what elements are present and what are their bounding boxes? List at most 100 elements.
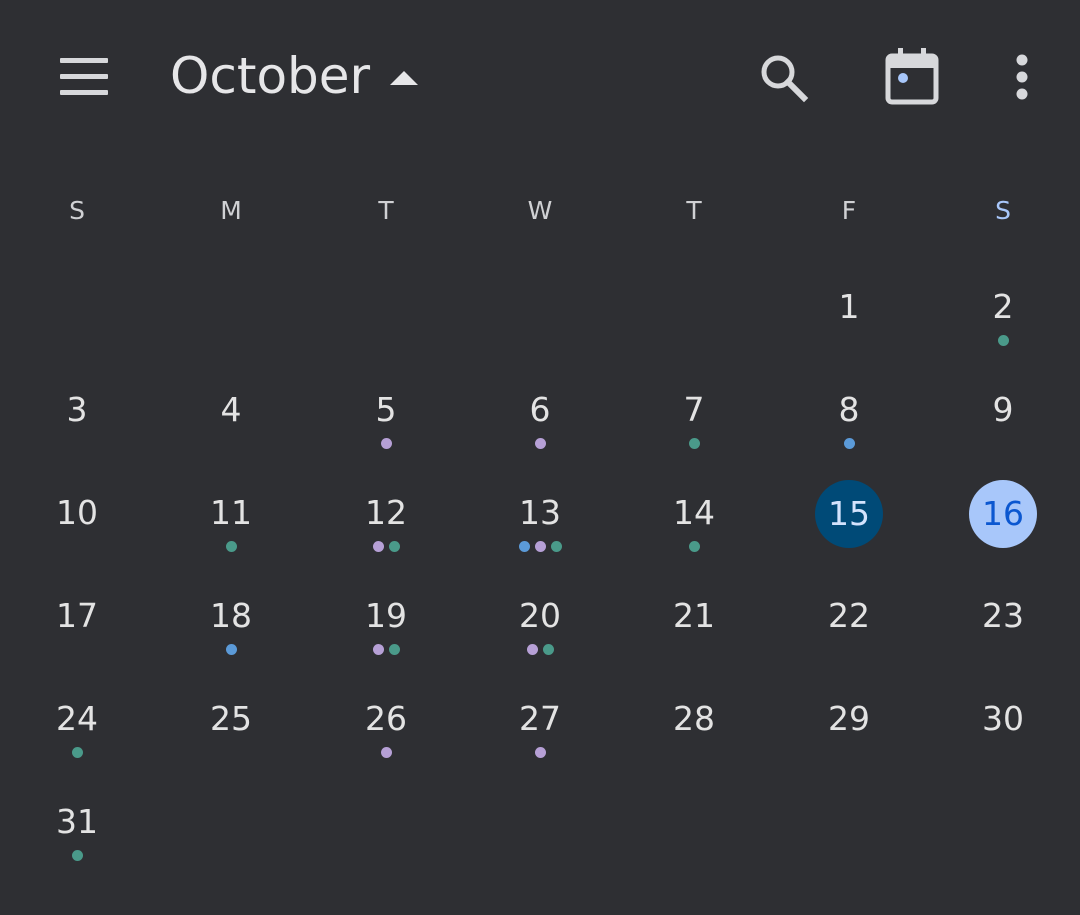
day-number: 17 <box>56 596 98 635</box>
event-indicators <box>326 644 446 656</box>
event-indicators <box>480 438 600 450</box>
day-number: 5 <box>375 390 397 429</box>
day-cell-31[interactable]: 31 <box>17 802 137 892</box>
event-dot-purple <box>372 541 384 552</box>
day-number: 28 <box>673 699 715 738</box>
day-cell-18[interactable]: 18 <box>171 596 291 686</box>
event-dot-purple <box>380 438 392 449</box>
day-number: 18 <box>210 596 252 635</box>
day-cell-29[interactable]: 29 <box>789 699 909 789</box>
day-number: 10 <box>56 493 98 532</box>
day-cell-21[interactable]: 21 <box>634 596 754 686</box>
day-number: 1 <box>838 287 860 326</box>
day-cell-8[interactable]: 8 <box>789 390 909 480</box>
event-dot-teal <box>542 644 554 655</box>
day-number: 24 <box>56 699 98 738</box>
event-dot-teal <box>71 850 83 861</box>
day-number: 14 <box>673 493 715 532</box>
day-number: 29 <box>828 699 870 738</box>
day-cell-9[interactable]: 9 <box>943 390 1063 480</box>
event-dot-purple <box>526 644 538 655</box>
day-number: 22 <box>828 596 870 635</box>
event-dot-teal <box>71 747 83 758</box>
event-dot-teal <box>388 541 400 552</box>
day-cell-17[interactable]: 17 <box>17 596 137 686</box>
day-number: 31 <box>56 802 98 841</box>
day-cell-3[interactable]: 3 <box>17 390 137 480</box>
event-dot-purple <box>534 747 546 758</box>
day-cell-13[interactable]: 13 <box>480 493 600 583</box>
event-dot-purple <box>534 438 546 449</box>
event-dot-purple <box>372 644 384 655</box>
day-cell-16[interactable]: 16 <box>943 480 1063 583</box>
event-indicators <box>634 541 754 553</box>
day-number: 11 <box>210 493 252 532</box>
event-dot-purple <box>380 747 392 758</box>
day-number: 7 <box>683 390 705 429</box>
day-cell-19[interactable]: 19 <box>326 596 446 686</box>
day-number: 19 <box>365 596 407 635</box>
day-cell-1[interactable]: 1 <box>789 287 909 377</box>
day-cell-7[interactable]: 7 <box>634 390 754 480</box>
day-cell-11[interactable]: 11 <box>171 493 291 583</box>
event-dot-teal <box>997 335 1009 346</box>
day-number: 6 <box>529 390 551 429</box>
day-number: 30 <box>982 699 1024 738</box>
month-grid: 1 2 3 4 5 6 7 8 9 10 11 12 13 14 15 16 17 18 19 20 21 22 23 24 2… <box>0 0 1080 915</box>
day-number: 26 <box>365 699 407 738</box>
event-dot-blue <box>225 644 237 655</box>
day-number: 13 <box>519 493 561 532</box>
event-indicators <box>943 335 1063 347</box>
day-cell-15[interactable]: 15 <box>789 480 909 583</box>
day-cell-26[interactable]: 26 <box>326 699 446 789</box>
event-dot-blue <box>518 541 530 552</box>
day-cell-30[interactable]: 30 <box>943 699 1063 789</box>
day-cell-2[interactable]: 2 <box>943 287 1063 377</box>
day-cell-27[interactable]: 27 <box>480 699 600 789</box>
event-indicators <box>326 541 446 553</box>
event-indicators <box>17 747 137 759</box>
event-dot-purple <box>534 541 546 552</box>
day-cell-22[interactable]: 22 <box>789 596 909 686</box>
event-indicators <box>789 438 909 450</box>
day-cell-10[interactable]: 10 <box>17 493 137 583</box>
event-indicators <box>480 541 600 553</box>
event-dot-blue <box>843 438 855 449</box>
event-indicators <box>326 438 446 450</box>
event-indicators <box>480 747 600 759</box>
day-number: 3 <box>66 390 88 429</box>
day-number: 20 <box>519 596 561 635</box>
day-cell-6[interactable]: 6 <box>480 390 600 480</box>
event-dot-teal <box>550 541 562 552</box>
day-cell-20[interactable]: 20 <box>480 596 600 686</box>
day-number: 9 <box>992 390 1014 429</box>
event-dot-teal <box>388 644 400 655</box>
day-number: 15 <box>815 480 883 548</box>
day-cell-4[interactable]: 4 <box>171 390 291 480</box>
event-indicators <box>171 541 291 553</box>
day-number: 25 <box>210 699 252 738</box>
event-indicators <box>326 747 446 759</box>
day-number: 21 <box>673 596 715 635</box>
day-number: 8 <box>838 390 860 429</box>
event-dot-teal <box>225 541 237 552</box>
event-indicators <box>171 644 291 656</box>
event-dot-teal <box>688 438 700 449</box>
day-cell-24[interactable]: 24 <box>17 699 137 789</box>
day-cell-5[interactable]: 5 <box>326 390 446 480</box>
day-cell-14[interactable]: 14 <box>634 493 754 583</box>
day-number: 12 <box>365 493 407 532</box>
day-cell-23[interactable]: 23 <box>943 596 1063 686</box>
day-number: 16 <box>969 480 1037 548</box>
day-number: 2 <box>992 287 1014 326</box>
event-indicators <box>634 438 754 450</box>
day-cell-25[interactable]: 25 <box>171 699 291 789</box>
day-cell-12[interactable]: 12 <box>326 493 446 583</box>
event-indicators <box>480 644 600 656</box>
day-number: 27 <box>519 699 561 738</box>
event-dot-teal <box>688 541 700 552</box>
event-indicators <box>17 850 137 862</box>
day-number: 23 <box>982 596 1024 635</box>
day-cell-28[interactable]: 28 <box>634 699 754 789</box>
day-number: 4 <box>220 390 242 429</box>
